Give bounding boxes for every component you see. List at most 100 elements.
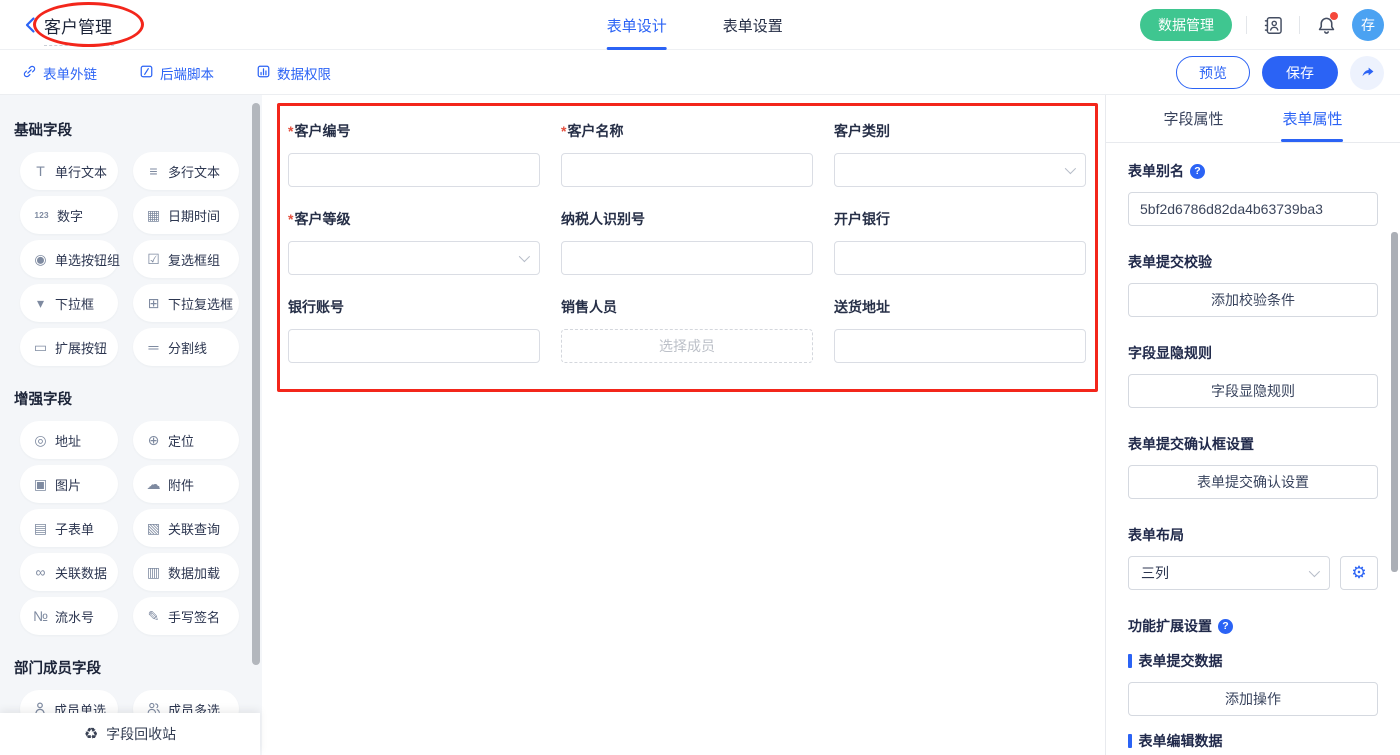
field-label-text: 银行账号 <box>288 299 344 315</box>
help-icon[interactable]: ? <box>1218 619 1233 634</box>
layout-select-value: 三列 <box>1141 563 1169 583</box>
panel-group-field-visibility: 字段显隐规则字段显隐规则 <box>1128 343 1378 408</box>
field-text-input[interactable] <box>288 329 540 363</box>
tab-field-props[interactable]: 字段属性 <box>1163 95 1223 142</box>
field-text-input[interactable] <box>288 153 540 187</box>
field-item-label: 下拉复选框 <box>168 294 233 313</box>
field-item-related-query[interactable]: ▧关联查询 <box>133 509 239 547</box>
field-label: 送货地址 <box>834 297 1086 317</box>
member-picker[interactable]: 选择成员 <box>561 329 813 363</box>
sidebar-scrollbar[interactable] <box>252 103 260 665</box>
data-manage-button[interactable]: 数据管理 <box>1140 9 1232 41</box>
field-item-datetime[interactable]: ▦日期时间 <box>133 196 239 234</box>
canvas-field-3: *客户等级 <box>288 209 540 275</box>
radio-group-icon: ◉ <box>33 251 48 268</box>
user-avatar[interactable]: 存 <box>1352 9 1384 41</box>
gear-icon: ⚙ <box>1351 563 1366 583</box>
field-item-number[interactable]: 123数字 <box>20 196 118 234</box>
field-label: 银行账号 <box>288 297 540 317</box>
tab-label: 表单设置 <box>723 15 783 36</box>
field-item-image[interactable]: ▣图片 <box>20 465 118 503</box>
blue-bar-icon <box>1128 654 1132 668</box>
help-icon[interactable]: ? <box>1190 164 1205 179</box>
field-visibility-button[interactable]: 字段显隐规则 <box>1128 374 1378 408</box>
sidebar-section-title: 增强字段 <box>14 388 242 409</box>
field-item-radio-group[interactable]: ◉单选按钮组 <box>20 240 118 278</box>
form-submit-data-add-button[interactable]: 添加操作 <box>1128 682 1378 716</box>
field-recycle-bin-button[interactable]: ♻ 字段回收站 <box>0 713 260 755</box>
properties-tabs: 字段属性 表单属性 <box>1106 95 1400 143</box>
field-item-attachment[interactable]: ☁附件 <box>133 465 239 503</box>
external-link-icon <box>22 64 37 82</box>
field-label-text: 纳税人识别号 <box>561 211 645 227</box>
extend-button-icon: ▭ <box>33 339 48 356</box>
form-alias-input[interactable] <box>1128 192 1378 226</box>
share-button[interactable] <box>1350 56 1384 90</box>
field-item-label: 关联查询 <box>168 519 220 538</box>
tab-label: 字段属性 <box>1163 108 1223 129</box>
field-text-input[interactable] <box>834 241 1086 275</box>
toolbar-link-external-link[interactable]: 表单外链 <box>22 63 97 83</box>
field-item-locate[interactable]: ⊕定位 <box>133 421 239 459</box>
extension-settings-label: 功能扩展设置 <box>1128 616 1212 636</box>
locate-icon: ⊕ <box>146 432 161 449</box>
panel-group-label-text: 字段显隐规则 <box>1128 343 1212 363</box>
field-item-subform[interactable]: ▤子表单 <box>20 509 118 547</box>
toolbar-link-backend-script[interactable]: 后端脚本 <box>139 63 214 83</box>
divider-icon: ═ <box>146 339 161 355</box>
field-item-label: 多行文本 <box>168 162 220 181</box>
field-item-label: 地址 <box>55 431 81 450</box>
contacts-book-icon[interactable] <box>1261 13 1285 37</box>
panel-group-submit-confirm: 表单提交确认框设置表单提交确认设置 <box>1128 434 1378 499</box>
field-item-data-load[interactable]: ▥数据加载 <box>133 553 239 591</box>
field-item-label: 附件 <box>168 475 194 494</box>
field-text-input[interactable] <box>561 153 813 187</box>
toolbar-link-label: 后端脚本 <box>160 63 214 83</box>
extension-section-label: 表单编辑数据 <box>1139 731 1223 751</box>
field-item-dropdown[interactable]: ▾下拉框 <box>20 284 118 322</box>
toolbar-links: 表单外链 后端脚本 数据权限 <box>22 50 331 95</box>
tab-form-design[interactable]: 表单设计 <box>607 0 667 50</box>
form-design-canvas[interactable]: *客户编号*客户名称客户类别*客户等级纳税人识别号开户银行银行账号销售人员选择成… <box>262 95 1105 755</box>
field-item-label: 图片 <box>55 475 81 494</box>
field-item-divider[interactable]: ═分割线 <box>133 328 239 366</box>
field-item-label: 复选框组 <box>168 250 220 269</box>
field-item-related-data[interactable]: ∞关联数据 <box>20 553 118 591</box>
field-label: 客户类别 <box>834 121 1086 141</box>
field-item-checkbox-group[interactable]: ☑复选框组 <box>133 240 239 278</box>
back-button[interactable] <box>20 14 42 36</box>
field-label-text: 客户类别 <box>834 123 890 139</box>
field-label-text: 销售人员 <box>561 299 617 315</box>
layout-settings-button[interactable]: ⚙ <box>1340 556 1378 590</box>
field-item-extend-button[interactable]: ▭扩展按钮 <box>20 328 118 366</box>
field-item-address[interactable]: ◎地址 <box>20 421 118 459</box>
field-select[interactable] <box>834 153 1086 187</box>
notification-bell-icon[interactable] <box>1314 13 1338 37</box>
field-select[interactable] <box>288 241 540 275</box>
canvas-field-4: 纳税人识别号 <box>561 209 813 275</box>
field-item-signature[interactable]: ✎手写签名 <box>133 597 239 635</box>
share-arrow-icon <box>1359 64 1376 81</box>
layout-select[interactable]: 三列 <box>1128 556 1330 590</box>
panel-group-label-text: 表单提交校验 <box>1128 252 1212 272</box>
toolbar-link-data-permission[interactable]: 数据权限 <box>256 63 331 83</box>
field-item-serial-number[interactable]: №流水号 <box>20 597 118 635</box>
field-text-input[interactable] <box>834 329 1086 363</box>
field-item-single-line-text[interactable]: T单行文本 <box>20 152 118 190</box>
header-divider <box>1299 16 1300 34</box>
tab-form-props[interactable]: 表单属性 <box>1282 95 1342 142</box>
signature-icon: ✎ <box>146 608 161 625</box>
header-tabs: 表单设计 表单设置 <box>607 0 783 50</box>
tab-form-settings[interactable]: 表单设置 <box>723 0 783 50</box>
preview-button[interactable]: 预览 <box>1176 56 1250 89</box>
canvas-field-2: 客户类别 <box>834 121 1086 187</box>
field-item-dropdown-multi[interactable]: ⊞下拉复选框 <box>133 284 239 322</box>
submit-confirm-button[interactable]: 表单提交确认设置 <box>1128 465 1378 499</box>
field-item-multi-line-text[interactable]: ≡多行文本 <box>133 152 239 190</box>
title-edit-underline <box>44 45 114 46</box>
required-star-icon: * <box>561 123 566 139</box>
save-button[interactable]: 保存 <box>1262 56 1338 89</box>
panel-scrollbar[interactable] <box>1391 232 1398 572</box>
field-text-input[interactable] <box>561 241 813 275</box>
submit-validation-button[interactable]: 添加校验条件 <box>1128 283 1378 317</box>
